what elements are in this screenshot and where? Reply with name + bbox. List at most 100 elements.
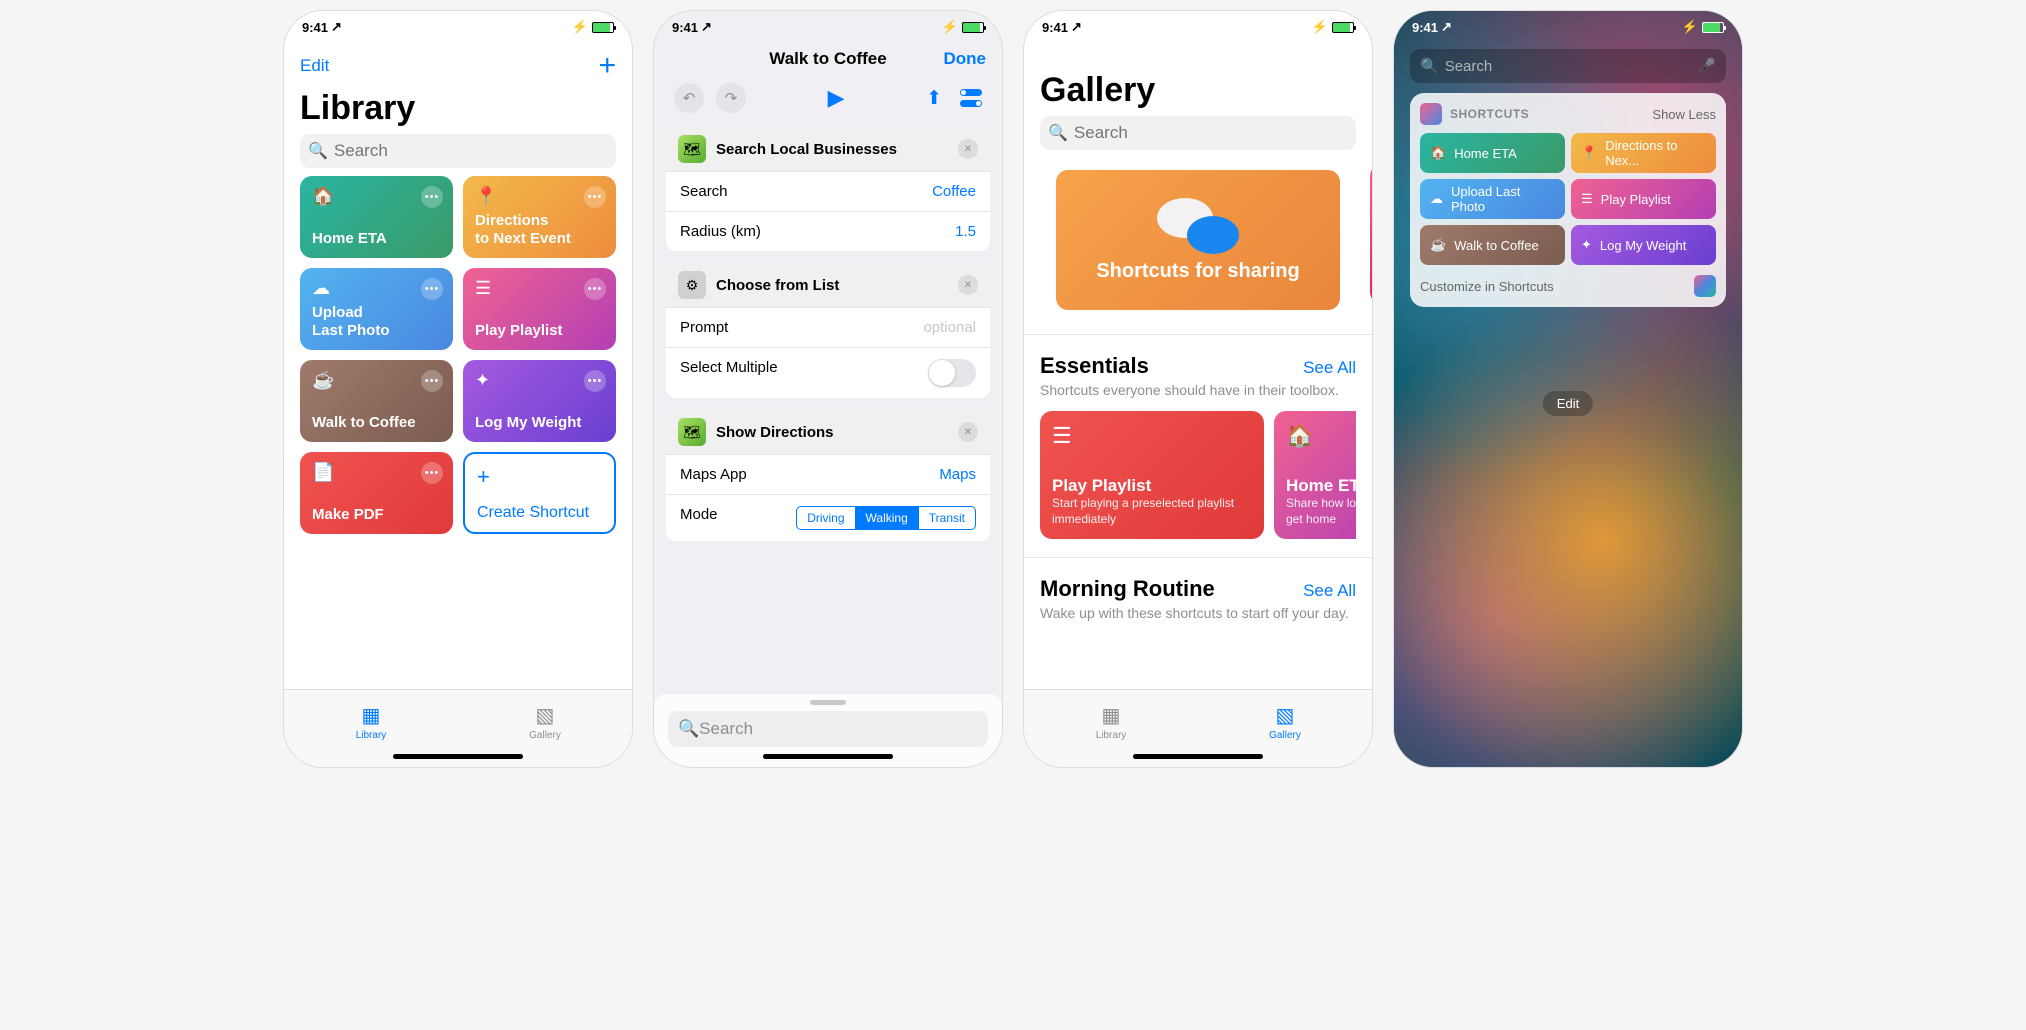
undo-button[interactable]: ↶ xyxy=(674,83,704,113)
location-arrow-icon: ↗ xyxy=(331,19,342,35)
phone-gallery: 9:41↗ ⚡ Gallery 🔍 Shortcuts for sharing … xyxy=(1023,10,1373,768)
shortcut-tile-walk-coffee[interactable]: ••• ☕ Walk to Coffee xyxy=(300,360,453,442)
widget-tile-home-eta[interactable]: 🏠Home ETA xyxy=(1420,133,1565,173)
segment-transit[interactable]: Transit xyxy=(918,507,975,529)
more-icon[interactable]: ••• xyxy=(421,278,443,300)
edit-button[interactable]: Edit xyxy=(300,56,329,76)
shortcut-tile-make-pdf[interactable]: ••• 📄 Make PDF xyxy=(300,452,453,534)
page-title: Gallery xyxy=(1024,71,1372,116)
widget-tile-directions[interactable]: 📍Directions to Nex... xyxy=(1571,133,1716,173)
shortcut-tile-log-weight[interactable]: ••• ✦ Log My Weight xyxy=(463,360,616,442)
action-block-choose-list: ⚙ Choose from List ✕ Prompt optional Sel… xyxy=(666,263,990,398)
charging-icon: ⚡ xyxy=(942,19,958,35)
segment-driving[interactable]: Driving xyxy=(797,507,854,529)
shortcut-tile-home-eta[interactable]: ••• 🏠 Home ETA xyxy=(300,176,453,258)
share-button[interactable]: ⬆ xyxy=(926,87,942,110)
grid-icon: ▦ xyxy=(362,703,381,728)
widget-tile-log-weight[interactable]: ✦Log My Weight xyxy=(1571,225,1716,265)
segment-walking[interactable]: Walking xyxy=(855,507,918,529)
drawer-grabber[interactable] xyxy=(810,700,846,705)
see-all-button[interactable]: See All xyxy=(1303,581,1356,601)
section-title-essentials: Essentials xyxy=(1040,353,1149,379)
battery-icon xyxy=(592,22,614,33)
statusbar: 9:41↗ ⚡ xyxy=(1394,11,1742,43)
remove-action-button[interactable]: ✕ xyxy=(958,422,978,442)
cup-icon: ☕ xyxy=(1430,237,1446,253)
shortcut-tile-directions[interactable]: ••• 📍 Directions to Next Event xyxy=(463,176,616,258)
widget-tile-play-playlist[interactable]: ☰Play Playlist xyxy=(1571,179,1716,219)
location-arrow-icon: ↗ xyxy=(701,19,712,35)
mode-segment[interactable]: Driving Walking Transit xyxy=(796,506,976,530)
shortcuts-app-icon[interactable] xyxy=(1694,275,1716,297)
more-icon[interactable]: ••• xyxy=(584,186,606,208)
play-button[interactable]: ▶ xyxy=(828,85,845,111)
home-indicator[interactable] xyxy=(1133,754,1263,759)
action-row-maps-app[interactable]: Maps App Maps xyxy=(666,454,990,494)
statusbar: 9:41↗ ⚡ xyxy=(1024,11,1372,43)
more-icon[interactable]: ••• xyxy=(421,462,443,484)
create-label: Create Shortcut xyxy=(477,504,602,522)
mic-icon[interactable]: 🎤 xyxy=(1697,57,1716,75)
gear-icon: ⚙ xyxy=(678,271,706,299)
home-icon: 🏠 xyxy=(1430,145,1446,161)
battery-icon xyxy=(962,22,984,33)
shortcut-tile-play-playlist[interactable]: ••• ☰ Play Playlist xyxy=(463,268,616,350)
action-search-input[interactable]: 🔍 Search xyxy=(668,711,988,747)
widget-tile-walk-coffee[interactable]: ☕Walk to Coffee xyxy=(1420,225,1565,265)
charging-icon: ⚡ xyxy=(1312,19,1328,35)
more-icon[interactable]: ••• xyxy=(421,370,443,392)
edit-widgets-button[interactable]: Edit xyxy=(1543,391,1593,416)
see-all-button[interactable]: See All xyxy=(1303,358,1356,378)
shortcut-tile-upload-photo[interactable]: ••• ☁ Upload Last Photo xyxy=(300,268,453,350)
more-icon[interactable]: ••• xyxy=(584,278,606,300)
search-icon: 🔍 xyxy=(1420,57,1439,75)
customize-link[interactable]: Customize in Shortcuts xyxy=(1420,279,1554,294)
action-block-show-directions: 🗺 Show Directions ✕ Maps App Maps Mode D… xyxy=(666,410,990,541)
gallery-card-home-eta[interactable]: 🏠 Home ETA Share how long to get home xyxy=(1274,411,1356,539)
stack-icon: ▧ xyxy=(1276,703,1295,728)
location-arrow-icon: ↗ xyxy=(1071,19,1082,35)
select-multiple-switch[interactable] xyxy=(928,359,976,387)
add-shortcut-button[interactable]: + xyxy=(598,49,616,83)
page-title: Library xyxy=(284,89,632,134)
maps-icon: 🗺 xyxy=(678,418,706,446)
statusbar: 9:41↗ ⚡ xyxy=(284,11,632,43)
status-time: 9:41 xyxy=(302,20,328,35)
location-arrow-icon: ↗ xyxy=(1441,19,1452,35)
featured-banner[interactable]: Shortcuts for sharing xyxy=(1056,170,1340,310)
action-row-radius[interactable]: Radius (km) 1.5 xyxy=(666,211,990,251)
grid-icon: ▦ xyxy=(1102,703,1121,728)
home-indicator[interactable] xyxy=(763,754,893,759)
phone-library: 9:41↗ ⚡ Edit + Library 🔍 ••• 🏠 Home ETA … xyxy=(283,10,633,768)
done-button[interactable]: Done xyxy=(944,49,987,69)
create-shortcut-button[interactable]: + Create Shortcut xyxy=(463,452,616,534)
more-icon[interactable]: ••• xyxy=(584,370,606,392)
action-row-prompt[interactable]: Prompt optional xyxy=(666,307,990,347)
redo-button[interactable]: ↷ xyxy=(716,83,746,113)
widget-title: SHORTCUTS xyxy=(1450,107,1644,121)
show-less-button[interactable]: Show Less xyxy=(1652,107,1716,122)
plus-icon: + xyxy=(477,464,602,490)
action-row-search[interactable]: Search Coffee xyxy=(666,171,990,211)
search-input[interactable]: 🔍 xyxy=(1040,116,1356,150)
shortcuts-widget: SHORTCUTS Show Less 🏠Home ETA 📍Direction… xyxy=(1410,93,1726,307)
widget-tile-upload-photo[interactable]: ☁Upload Last Photo xyxy=(1420,179,1565,219)
battery-icon xyxy=(1332,22,1354,33)
phone-widget: 9:41↗ ⚡ 🔍 Search 🎤 SHORTCUTS Show Less 🏠… xyxy=(1393,10,1743,768)
maps-icon: 🗺 xyxy=(678,135,706,163)
action-block-search-businesses: 🗺 Search Local Businesses ✕ Search Coffe… xyxy=(666,127,990,251)
remove-action-button[interactable]: ✕ xyxy=(958,139,978,159)
spotlight-search-input[interactable]: 🔍 Search 🎤 xyxy=(1410,49,1726,83)
cloud-icon: ☁ xyxy=(1430,191,1443,207)
search-input[interactable]: 🔍 xyxy=(300,134,616,168)
home-indicator[interactable] xyxy=(393,754,523,759)
status-time: 9:41 xyxy=(672,20,698,35)
gallery-card-play-playlist[interactable]: ☰ Play Playlist Start playing a preselec… xyxy=(1040,411,1264,539)
charging-icon: ⚡ xyxy=(572,19,588,35)
remove-action-button[interactable]: ✕ xyxy=(958,275,978,295)
settings-toggle-button[interactable] xyxy=(960,89,982,107)
banner-peek[interactable] xyxy=(1370,164,1372,304)
charging-icon: ⚡ xyxy=(1682,19,1698,35)
phone-editor: 9:41↗ ⚡ Walk to Coffee Done ↶ ↷ ▶ ⬆ 🗺 Se… xyxy=(653,10,1003,768)
more-icon[interactable]: ••• xyxy=(421,186,443,208)
